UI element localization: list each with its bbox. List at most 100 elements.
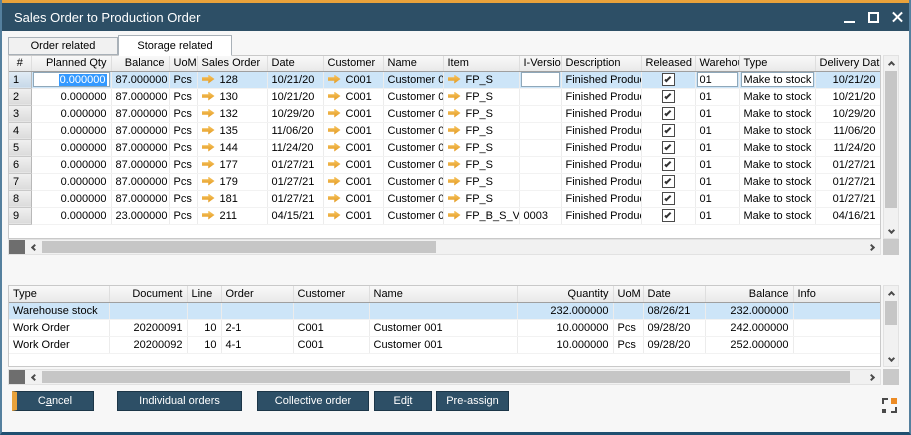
row-number-cell[interactable]: 9 xyxy=(9,207,31,224)
row-number-cell[interactable]: 8 xyxy=(9,190,31,207)
cell-balance[interactable]: 87.000000 xyxy=(111,88,169,105)
link-arrow-icon[interactable] xyxy=(328,211,341,220)
scrollbar-thumb[interactable] xyxy=(42,371,850,383)
released-checkbox[interactable] xyxy=(662,175,675,188)
scroll-up-button[interactable] xyxy=(884,286,898,300)
cell-type[interactable]: Make to stock xyxy=(739,88,815,105)
cell-uom[interactable]: Pcs xyxy=(169,71,197,88)
cell-customer[interactable]: C001 xyxy=(323,190,383,207)
cell-description[interactable]: Finished Product / xyxy=(561,156,641,173)
cell-warehouse[interactable]: 01 xyxy=(695,156,739,173)
cell-name[interactable]: Customer 00 xyxy=(383,173,443,190)
scrollbar-thumb[interactable] xyxy=(885,301,897,325)
scroll-right-button[interactable] xyxy=(864,240,880,254)
link-arrow-icon[interactable] xyxy=(202,211,215,220)
released-checkbox[interactable] xyxy=(662,209,675,222)
cell-delivery_date[interactable]: 10/21/20 xyxy=(815,71,880,88)
link-arrow-icon[interactable] xyxy=(202,92,215,101)
link-arrow-icon[interactable] xyxy=(328,75,341,84)
link-arrow-icon[interactable] xyxy=(448,109,461,118)
cell-document[interactable]: 20200092 xyxy=(109,336,187,353)
link-arrow-icon[interactable] xyxy=(328,160,341,169)
tab-storage-related[interactable]: Storage related xyxy=(118,35,232,56)
sales-order-row[interactable]: 10.00000087.000000Pcs12810/21/20C001Cust… xyxy=(9,71,880,88)
cell-customer[interactable]: C001 xyxy=(293,336,369,353)
row-number-cell[interactable]: 6 xyxy=(9,156,31,173)
cell-uom[interactable]: Pcs xyxy=(169,190,197,207)
cell-document[interactable] xyxy=(109,302,187,319)
link-arrow-icon[interactable] xyxy=(448,143,461,152)
cell-name[interactable]: Customer 001 xyxy=(369,336,517,353)
cell-warehouse[interactable]: 01 xyxy=(695,71,739,88)
cell-planned_qty[interactable]: 0.000000 xyxy=(31,71,111,88)
cell-delivery_date[interactable]: 01/27/21 xyxy=(815,156,880,173)
cell-delivery_date[interactable]: 11/24/20 xyxy=(815,139,880,156)
cell-sales_order[interactable]: 135 xyxy=(197,122,267,139)
individual-orders-button[interactable]: Individual orders xyxy=(117,391,242,411)
row-number-cell[interactable]: 2 xyxy=(9,88,31,105)
cell-customer[interactable]: C001 xyxy=(323,139,383,156)
link-arrow-icon[interactable] xyxy=(202,109,215,118)
sales-order-row[interactable]: 70.00000087.000000Pcs17901/27/21C001Cust… xyxy=(9,173,880,190)
cell-balance[interactable]: 87.000000 xyxy=(111,190,169,207)
cell-document[interactable]: 20200091 xyxy=(109,319,187,336)
cell-sales_order[interactable]: 181 xyxy=(197,190,267,207)
cell-date[interactable]: 10/21/20 xyxy=(267,71,323,88)
cell-uom[interactable]: Pcs xyxy=(169,173,197,190)
cell-customer[interactable]: C001 xyxy=(323,122,383,139)
scroll-down-button[interactable] xyxy=(884,352,898,366)
cell-date[interactable]: 11/06/20 xyxy=(267,122,323,139)
cell-date[interactable]: 08/26/21 xyxy=(643,302,705,319)
link-arrow-icon[interactable] xyxy=(328,92,341,101)
cell-i_version[interactable] xyxy=(519,190,561,207)
cell-balance[interactable]: 87.000000 xyxy=(111,156,169,173)
cell-quantity[interactable]: 10.000000 xyxy=(517,319,613,336)
cell-item[interactable]: FP_B_S_V xyxy=(443,207,519,224)
cancel-button[interactable]: Cancel xyxy=(12,391,94,411)
released-checkbox[interactable] xyxy=(662,158,675,171)
cell-warehouse[interactable]: 01 xyxy=(695,207,739,224)
resize-grip[interactable] xyxy=(882,398,897,413)
link-arrow-icon[interactable] xyxy=(328,126,341,135)
link-arrow-icon[interactable] xyxy=(448,75,461,84)
cell-sales_order[interactable]: 132 xyxy=(197,105,267,122)
cell-i_version[interactable] xyxy=(519,105,561,122)
link-arrow-icon[interactable] xyxy=(448,194,461,203)
cell-description[interactable]: Finished Product / xyxy=(561,139,641,156)
link-arrow-icon[interactable] xyxy=(448,177,461,186)
cell-released[interactable] xyxy=(641,156,695,173)
link-arrow-icon[interactable] xyxy=(448,92,461,101)
link-arrow-icon[interactable] xyxy=(202,126,215,135)
sales-orders-grid-horizontal-scrollbar[interactable] xyxy=(8,239,881,255)
released-checkbox[interactable] xyxy=(662,192,675,205)
cell-date[interactable]: 01/27/21 xyxy=(267,173,323,190)
cell-customer[interactable]: C001 xyxy=(323,71,383,88)
cell-uom[interactable] xyxy=(613,302,643,319)
collective-order-button[interactable]: Collective order xyxy=(257,391,369,411)
cell-released[interactable] xyxy=(641,88,695,105)
cell-warehouse[interactable]: 01 xyxy=(695,105,739,122)
cell-customer[interactable]: C001 xyxy=(323,207,383,224)
cell-customer[interactable]: C001 xyxy=(323,156,383,173)
cell-balance[interactable]: 242.000000 xyxy=(705,319,793,336)
cell-order[interactable] xyxy=(221,302,293,319)
cell-type[interactable]: Make to stock xyxy=(739,105,815,122)
cell-item[interactable]: FP_S xyxy=(443,190,519,207)
cell-item[interactable]: FP_S xyxy=(443,173,519,190)
scrollbar-gripper[interactable] xyxy=(9,240,25,254)
sales-order-row[interactable]: 40.00000087.000000Pcs13511/06/20C001Cust… xyxy=(9,122,880,139)
link-arrow-icon[interactable] xyxy=(202,177,215,186)
cell-description[interactable]: Finished Product / xyxy=(561,105,641,122)
tab-order-related[interactable]: Order related xyxy=(8,37,118,55)
cell-planned_qty[interactable]: 0.000000 xyxy=(31,156,111,173)
cell-balance[interactable]: 87.000000 xyxy=(111,139,169,156)
cell-planned_qty[interactable]: 0.000000 xyxy=(31,88,111,105)
row-number-cell[interactable]: 7 xyxy=(9,173,31,190)
cell-description[interactable]: Finished Product / xyxy=(561,88,641,105)
cell-name[interactable]: Customer 00 xyxy=(383,105,443,122)
link-arrow-icon[interactable] xyxy=(202,75,215,84)
cell-sales_order[interactable]: 128 xyxy=(197,71,267,88)
cell-uom[interactable]: Pcs xyxy=(613,336,643,353)
link-arrow-icon[interactable] xyxy=(328,143,341,152)
link-arrow-icon[interactable] xyxy=(328,177,341,186)
